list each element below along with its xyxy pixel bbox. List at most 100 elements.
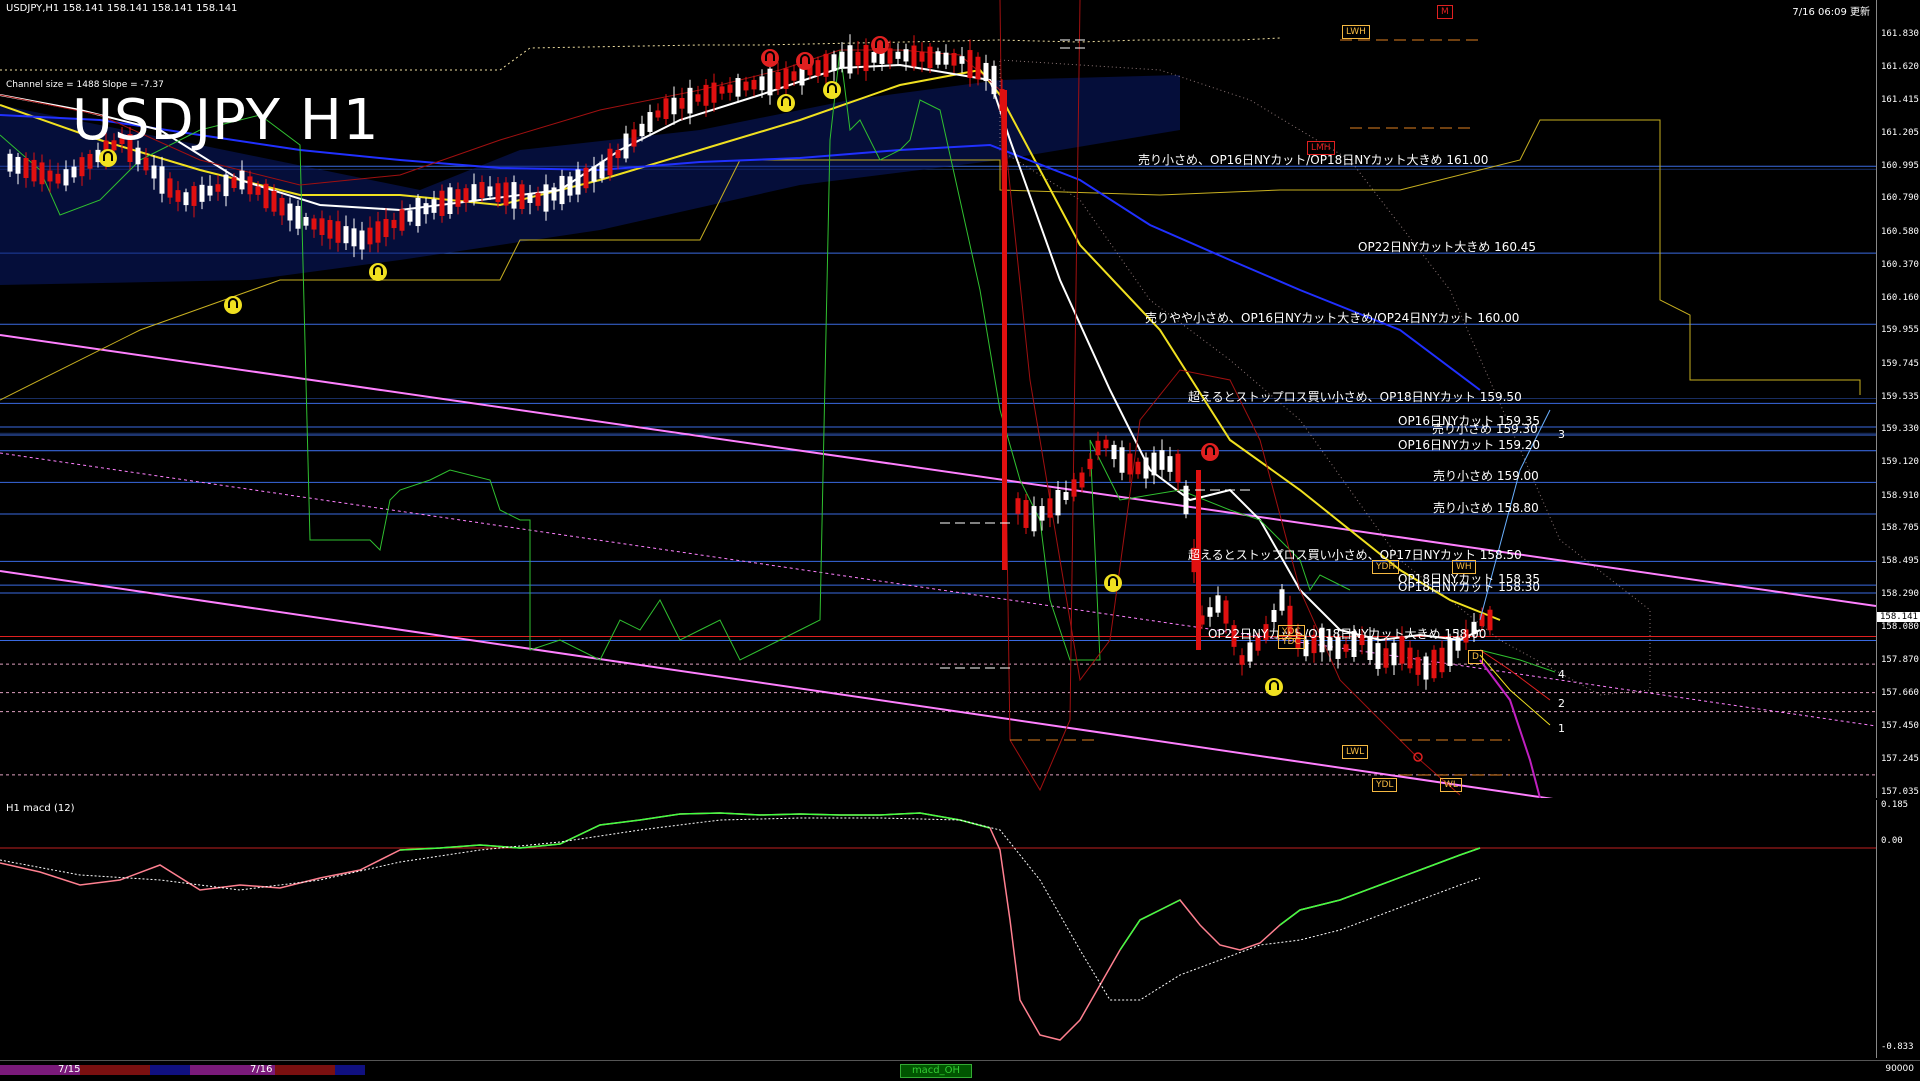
candle-body bbox=[463, 188, 469, 203]
candle-body bbox=[951, 53, 957, 66]
candle-body bbox=[1415, 657, 1421, 675]
candle-body bbox=[527, 193, 533, 203]
candle-body bbox=[631, 129, 637, 147]
price-tick-label: 159.535 bbox=[1881, 391, 1919, 402]
current-price-tag: 158.141 bbox=[1877, 612, 1920, 623]
candle-body bbox=[1391, 642, 1397, 666]
candle-body bbox=[399, 209, 405, 231]
candle-body bbox=[303, 216, 309, 226]
macd-axis[interactable]: 0.185 0.00 -0.833 bbox=[1876, 800, 1920, 1058]
candle-body bbox=[983, 62, 989, 82]
macd-line-neg bbox=[0, 812, 1481, 1041]
price-tick-label: 158.705 bbox=[1881, 523, 1919, 533]
candle-body bbox=[175, 190, 181, 202]
price-axis[interactable]: 161.830 161.620 161.415 161.205 160.995 160.7… bbox=[1876, 0, 1920, 798]
candle-body bbox=[367, 227, 373, 245]
candle-body bbox=[647, 112, 653, 132]
marker-lwh: LWH bbox=[1342, 25, 1370, 39]
macd-canvas[interactable] bbox=[0, 800, 1876, 1058]
macd-tick-label: 0.00 bbox=[1881, 836, 1903, 846]
candle-body bbox=[1215, 595, 1221, 613]
candle-body bbox=[1002, 90, 1007, 570]
marker-wh: WH bbox=[1452, 560, 1476, 574]
candle-body bbox=[1111, 444, 1117, 460]
price-tick-label: 160.160 bbox=[1881, 292, 1919, 303]
candle-body bbox=[207, 185, 213, 196]
bottom-time-bar[interactable]: 7/15 7/16 macd_OH 90000 bbox=[0, 1060, 1920, 1081]
candle-body bbox=[407, 210, 413, 222]
candle-body bbox=[623, 133, 629, 159]
time-segment bbox=[275, 1065, 335, 1075]
time-segment bbox=[0, 1065, 40, 1075]
candle-body bbox=[1431, 649, 1437, 679]
marker-lwl: LWL bbox=[1342, 745, 1369, 759]
candle-body bbox=[855, 51, 861, 66]
date-label-1: 7/15 bbox=[58, 1064, 81, 1075]
candle-body bbox=[959, 56, 965, 64]
candle-body bbox=[31, 159, 37, 182]
channel-mid bbox=[0, 452, 1877, 727]
price-tick-label: 158.910 bbox=[1881, 490, 1919, 501]
candle-body bbox=[471, 184, 477, 202]
candle-body bbox=[431, 199, 437, 213]
candle-body bbox=[1071, 479, 1077, 497]
price-tick-label: 158.495 bbox=[1881, 556, 1919, 567]
candle-body bbox=[615, 149, 621, 159]
price-tick-label: 161.830 bbox=[1881, 29, 1919, 39]
candle-body bbox=[775, 72, 781, 90]
price-tick-label: 157.870 bbox=[1881, 655, 1919, 665]
macd-tab[interactable]: macd_OH bbox=[900, 1064, 972, 1078]
candle-body bbox=[543, 184, 549, 212]
candle-body bbox=[1095, 440, 1101, 456]
candle-body bbox=[591, 166, 597, 182]
candle-body bbox=[895, 51, 901, 59]
candle-body bbox=[1135, 461, 1141, 475]
time-segment bbox=[80, 1065, 150, 1075]
candle-body bbox=[39, 162, 45, 185]
candle-body bbox=[223, 174, 229, 197]
candle-body bbox=[759, 76, 765, 91]
candle-body bbox=[1423, 656, 1429, 680]
candle-body bbox=[847, 45, 853, 74]
macd-tick-label: 0.185 bbox=[1881, 800, 1909, 810]
price-tick-label: 157.245 bbox=[1881, 753, 1919, 764]
candle-body bbox=[1447, 638, 1453, 666]
candle-body bbox=[655, 110, 661, 118]
projection-number: 2 bbox=[1558, 697, 1565, 710]
candle-body bbox=[743, 81, 749, 91]
candle-body bbox=[935, 51, 941, 65]
candle-body bbox=[815, 60, 821, 76]
level-label: OP22日NYカット/OP18日NYカット大きめ 158.00 bbox=[1208, 627, 1487, 642]
macd-line-pos bbox=[1279, 847, 1481, 926]
price-tick-label: 158.290 bbox=[1881, 588, 1919, 599]
price-tick-label: 161.620 bbox=[1881, 62, 1919, 73]
level-label: OP16日NYカット 159.20 bbox=[1398, 437, 1541, 452]
candle-body bbox=[599, 161, 605, 179]
candle-body bbox=[447, 187, 453, 215]
candle-body bbox=[719, 86, 725, 94]
candle-body bbox=[87, 153, 93, 169]
candle-body bbox=[1039, 506, 1045, 521]
candle-body bbox=[1151, 452, 1157, 476]
candle-body bbox=[1031, 506, 1037, 532]
candle-body bbox=[7, 153, 13, 172]
candle-body bbox=[735, 78, 741, 97]
candle-body bbox=[767, 68, 773, 96]
candle-body bbox=[535, 192, 541, 206]
price-tick-label: 157.035 bbox=[1881, 787, 1919, 797]
candle-body bbox=[191, 186, 197, 206]
price-tick-label: 157.660 bbox=[1881, 688, 1919, 699]
marker-lmh: LMH bbox=[1307, 141, 1335, 155]
candle-body bbox=[319, 218, 325, 236]
level-label: OP22日NYカット大きめ 160.45 bbox=[1358, 240, 1537, 255]
candle-body bbox=[975, 56, 981, 80]
candle-body bbox=[1487, 609, 1493, 631]
macd-panel[interactable] bbox=[0, 800, 1876, 1058]
bottom-right-value: 90000 bbox=[1885, 1064, 1914, 1074]
price-tick-label: 157.450 bbox=[1881, 721, 1919, 732]
candle-body bbox=[375, 221, 381, 243]
candle-body bbox=[1023, 500, 1029, 528]
candle-body bbox=[359, 230, 365, 250]
candle-body bbox=[1343, 644, 1349, 652]
candle-body bbox=[607, 148, 613, 176]
